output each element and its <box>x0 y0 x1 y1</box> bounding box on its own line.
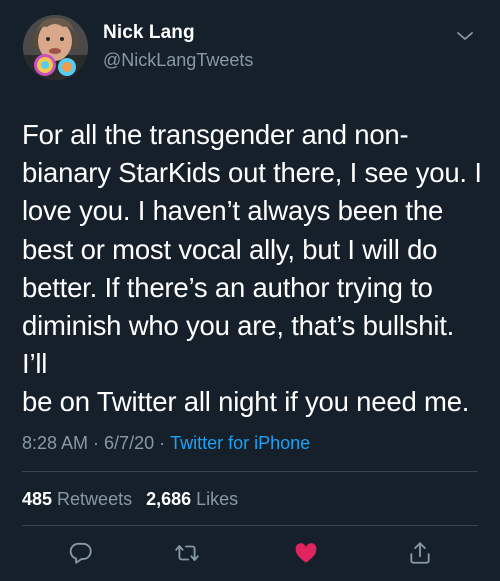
reply-button[interactable] <box>66 538 96 568</box>
reply-icon <box>69 542 92 564</box>
meta-separator: · <box>159 433 166 453</box>
tweet-meta: 8:28 AM · 6/7/20 · Twitter for iPhone <box>22 433 310 454</box>
tweet-menu-button[interactable] <box>452 25 478 47</box>
retweets-label: Retweets <box>57 489 133 509</box>
tweet-time[interactable]: 8:28 AM <box>22 433 88 453</box>
action-bar <box>0 538 500 570</box>
retweet-button[interactable] <box>172 538 202 568</box>
author-handle[interactable]: @NickLangTweets <box>103 50 253 71</box>
likes-count: 2,686 <box>146 489 192 509</box>
likes-stat[interactable]: 2,686 Likes <box>146 489 238 509</box>
tweet-source-link[interactable]: Twitter for iPhone <box>170 433 310 453</box>
retweet-icon <box>175 545 199 561</box>
meta-separator: · <box>93 433 100 453</box>
tweet-stats: 485 Retweets 2,686 Likes <box>22 489 252 510</box>
retweets-count: 485 <box>22 489 53 509</box>
author-name[interactable]: Nick Lang <box>103 22 195 44</box>
share-button[interactable] <box>405 538 435 568</box>
divider <box>22 525 478 526</box>
retweets-stat[interactable]: 485 Retweets <box>22 489 132 509</box>
heart-icon <box>295 543 317 563</box>
tweet-date[interactable]: 6/7/20 <box>104 433 154 453</box>
like-button[interactable] <box>291 538 321 568</box>
share-icon <box>410 542 430 564</box>
avatar[interactable] <box>23 15 88 80</box>
divider <box>22 471 478 472</box>
chevron-down-icon <box>457 32 473 40</box>
tweet-card: Nick Lang @NickLangTweets For all the tr… <box>0 0 500 581</box>
avatar-photo <box>23 15 88 80</box>
likes-label: Likes <box>196 489 239 509</box>
tweet-text: For all the transgender and non- bianary… <box>22 119 482 418</box>
